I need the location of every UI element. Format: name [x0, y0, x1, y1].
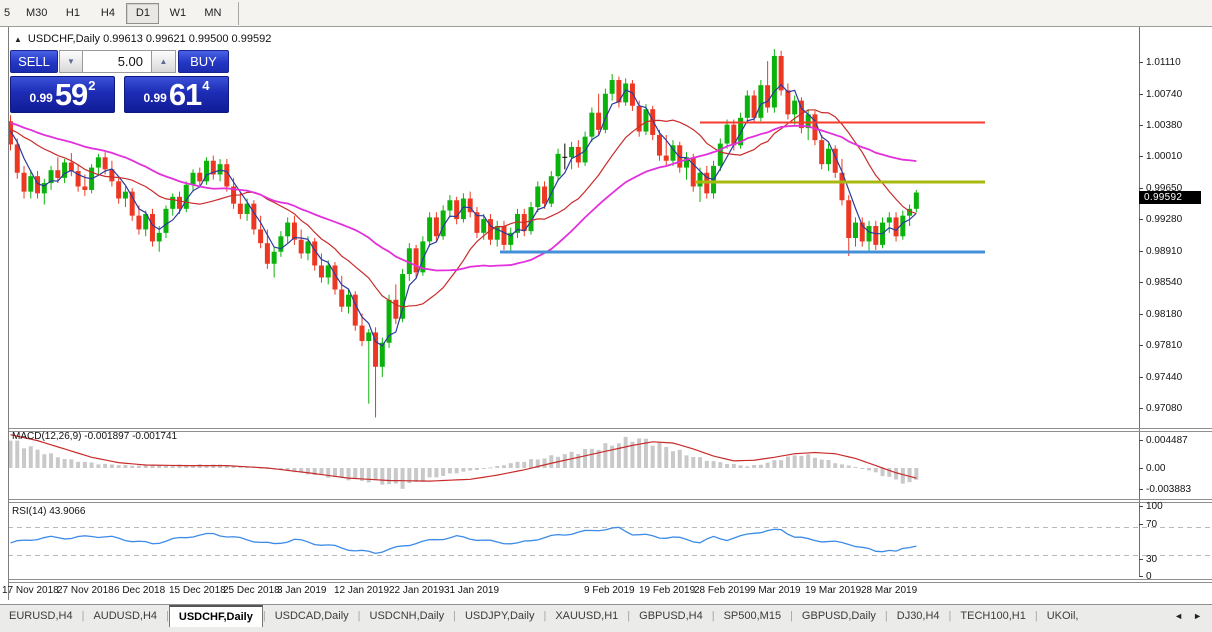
macd-tick-label: 0.00 — [1146, 463, 1165, 474]
date-tick-label: 15 Dec 2018 — [169, 585, 226, 596]
tab-scroll-controls: ◄► — [1164, 605, 1212, 626]
price-tick-label: 0.97080 — [1146, 403, 1182, 414]
price-tick-label: 1.01110 — [1146, 57, 1181, 68]
chart-header: ▲ USDCHF,Daily 0.99613 0.99621 0.99500 0… — [14, 33, 271, 45]
price-tick-label: 0.97440 — [1146, 372, 1182, 383]
one-click-trading-panel: SELL ▼ ▲ BUY 0.99 59 2 0.99 61 4 — [10, 50, 229, 113]
symbol-tab-usdchf-daily[interactable]: USDCHF,Daily — [169, 605, 263, 627]
symbol-tab-usdcad-daily[interactable]: USDCAD,Daily — [266, 605, 358, 626]
current-price-tag: 0.99592 — [1139, 191, 1201, 204]
chart-title: USDCHF,Daily 0.99613 0.99621 0.99500 0.9… — [28, 33, 271, 45]
tab-scroll-left-icon[interactable]: ◄ — [1174, 611, 1183, 621]
buy-price-sup: 4 — [202, 78, 209, 93]
symbol-tab-dj30-h4[interactable]: DJ30,H4 — [888, 605, 949, 626]
date-tick-label: 9 Feb 2019 — [584, 585, 635, 596]
sell-price-prefix: 0.99 — [29, 91, 52, 105]
rsi-tick-label: 30 — [1146, 554, 1157, 565]
timeframe-button-5[interactable]: 5 — [1, 3, 17, 24]
price-tick-label: 0.98910 — [1146, 246, 1182, 257]
price-tick-label: 1.00380 — [1146, 120, 1182, 131]
date-tick-label: 31 Jan 2019 — [444, 585, 499, 596]
symbol-tab-eurusd-h4[interactable]: EURUSD,H4 — [0, 605, 82, 626]
timeframe-button-d1[interactable]: D1 — [126, 3, 159, 24]
date-tick-label: 19 Mar 2019 — [805, 585, 861, 596]
price-tick-label: 0.98180 — [1146, 309, 1182, 320]
symbol-tab-gbpusd-daily[interactable]: GBPUSD,Daily — [793, 605, 885, 626]
macd-tick-label: 0.004487 — [1146, 435, 1188, 446]
tab-scroll-right-icon[interactable]: ► — [1193, 611, 1202, 621]
date-tick-label: 3 Jan 2019 — [277, 585, 327, 596]
symbol-tab-tech100-h1[interactable]: TECH100,H1 — [951, 605, 1034, 626]
collapse-trade-panel-icon[interactable]: ▲ — [14, 35, 22, 44]
rsi-tick-label: 0 — [1146, 571, 1152, 582]
rsi-tick-label: 100 — [1146, 501, 1163, 512]
symbol-tab-xauusd-h1[interactable]: XAUUSD,H1 — [546, 605, 627, 626]
symbol-tab-ukoil-[interactable]: UKOil, — [1038, 605, 1088, 626]
timeframe-button-w1[interactable]: W1 — [161, 3, 194, 24]
symbol-tab-bar: EURUSD,H4|AUDUSD,H4|USDCHF,Daily|USDCAD,… — [0, 604, 1212, 632]
sell-price-box[interactable]: 0.99 59 2 — [10, 76, 115, 113]
toolbar-separator — [238, 2, 239, 25]
price-tick-label: 0.98540 — [1146, 277, 1182, 288]
timeframe-button-h1[interactable]: H1 — [56, 3, 89, 24]
price-tick-label: 0.97810 — [1146, 340, 1182, 351]
macd-tick-label: -0.003883 — [1146, 484, 1191, 495]
price-tick-label: 1.00740 — [1146, 89, 1182, 100]
rsi-indicator-label: RSI(14) 43.9066 — [12, 506, 85, 517]
volume-decrease-button[interactable]: ▼ — [59, 50, 83, 73]
volume-increase-button[interactable]: ▲ — [152, 50, 176, 73]
price-tick-label: 0.99280 — [1146, 214, 1182, 225]
buy-price-prefix: 0.99 — [143, 91, 166, 105]
buy-button[interactable]: BUY — [178, 50, 229, 73]
date-tick-label: 9 Mar 2019 — [750, 585, 801, 596]
date-tick-label: 22 Jan 2019 — [389, 585, 444, 596]
date-tick-label: 28 Mar 2019 — [861, 585, 917, 596]
spin-up-icon: ▲ — [160, 57, 168, 66]
timeframe-button-h4[interactable]: H4 — [91, 3, 124, 24]
date-tick-label: 28 Feb 2019 — [694, 585, 750, 596]
volume-input[interactable] — [83, 50, 152, 73]
sell-price-sup: 2 — [88, 78, 95, 93]
date-tick-label: 17 Nov 2018 — [2, 585, 59, 596]
date-tick-label: 12 Jan 2019 — [334, 585, 389, 596]
rsi-tick-label: 70 — [1146, 519, 1157, 530]
symbol-tab-sp500-m15[interactable]: SP500,M15 — [715, 605, 790, 626]
symbol-tab-audusd-h4[interactable]: AUDUSD,H4 — [84, 605, 166, 626]
timeframe-button-mn[interactable]: MN — [196, 3, 229, 24]
date-tick-label: 27 Nov 2018 — [57, 585, 114, 596]
sell-price-big: 59 — [55, 81, 87, 109]
symbol-tab-usdcnh-daily[interactable]: USDCNH,Daily — [361, 605, 454, 626]
date-tick-label: 19 Feb 2019 — [639, 585, 695, 596]
chart-window-left-border — [8, 27, 9, 600]
trading-platform-window: 5M30H1H4D1W1MN ▲ USDCHF,Daily 0.99613 0.… — [0, 0, 1212, 632]
timeframe-toolbar: 5M30H1H4D1W1MN — [0, 0, 1212, 27]
price-tick-label: 1.00010 — [1146, 151, 1182, 162]
date-tick-label: 25 Dec 2018 — [223, 585, 280, 596]
buy-price-big: 61 — [169, 81, 201, 109]
spin-down-icon: ▼ — [67, 57, 75, 66]
macd-indicator-label: MACD(12,26,9) -0.001897 -0.001741 — [12, 431, 177, 442]
symbol-tab-gbpusd-h4[interactable]: GBPUSD,H4 — [630, 605, 712, 626]
sell-button[interactable]: SELL — [10, 50, 58, 73]
symbol-tab-usdjpy-daily[interactable]: USDJPY,Daily — [456, 605, 544, 626]
date-tick-label: 6 Dec 2018 — [114, 585, 165, 596]
timeframe-button-m30[interactable]: M30 — [19, 3, 54, 24]
buy-price-box[interactable]: 0.99 61 4 — [124, 76, 229, 113]
